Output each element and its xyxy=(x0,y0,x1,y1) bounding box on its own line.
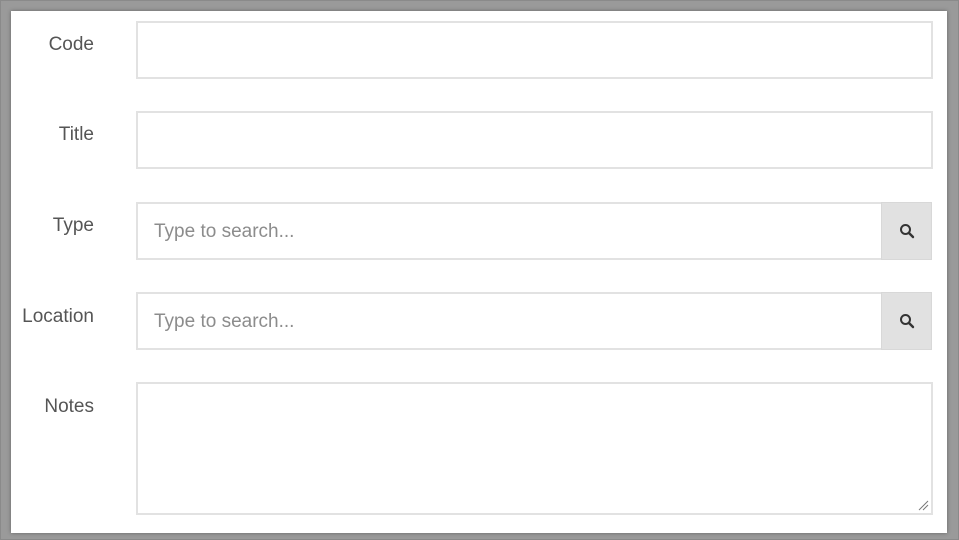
type-label: Type xyxy=(52,215,94,236)
location-search-button[interactable] xyxy=(881,292,932,350)
type-search-group: Type to search... xyxy=(136,202,932,260)
location-search-placeholder: Type to search... xyxy=(154,311,295,332)
title-label: Title xyxy=(58,124,94,145)
notes-label: Notes xyxy=(44,396,94,417)
code-input[interactable] xyxy=(136,21,933,79)
location-search-group: Type to search... xyxy=(136,292,932,350)
search-icon xyxy=(899,224,914,239)
location-search-input[interactable]: Type to search... xyxy=(136,292,881,350)
location-label: Location xyxy=(22,306,94,327)
type-search-input[interactable]: Type to search... xyxy=(136,202,881,260)
window-frame: Code Title Type Type to search... Locati… xyxy=(0,0,959,540)
resize-grip-icon[interactable] xyxy=(917,499,929,511)
code-label: Code xyxy=(48,34,94,55)
notes-textarea[interactable] xyxy=(136,382,933,515)
search-icon xyxy=(899,314,914,329)
type-search-placeholder: Type to search... xyxy=(154,221,295,242)
title-input[interactable] xyxy=(136,111,933,169)
record-form: Code Title Type Type to search... Locati… xyxy=(11,11,947,533)
type-search-button[interactable] xyxy=(881,202,932,260)
